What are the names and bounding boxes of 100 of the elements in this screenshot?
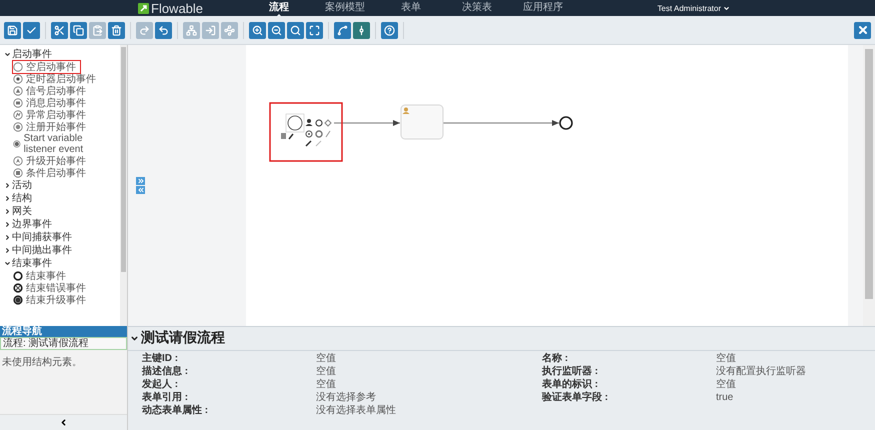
nav-tab[interactable]: 决策表 xyxy=(444,0,510,16)
expand-button[interactable] xyxy=(136,177,145,185)
palette-item[interactable]: 空启动事件 xyxy=(13,61,80,73)
network-icon xyxy=(186,24,197,36)
chevron-down-icon xyxy=(4,260,11,267)
scrollbar-thumb[interactable] xyxy=(865,49,873,299)
properties-title[interactable]: 测试请假流程 xyxy=(128,327,875,351)
palette-item[interactable]: 异常启动事件 xyxy=(13,109,90,121)
validate-button[interactable] xyxy=(23,22,40,38)
property-label: 动态表单属性 : xyxy=(142,405,210,417)
login-icon xyxy=(205,24,216,36)
property-label: 描述信息 : xyxy=(142,366,190,378)
caret-icon xyxy=(723,4,730,12)
palette-group[interactable]: 边界事件 xyxy=(4,218,120,231)
property-label: 发起人 : xyxy=(142,379,180,391)
start-event-icon xyxy=(13,110,23,120)
trash-icon xyxy=(111,24,122,36)
property-label: 主键ID : xyxy=(142,353,180,365)
property-value[interactable]: 没有选择表单属性 xyxy=(316,405,542,417)
scissors-icon xyxy=(54,24,65,36)
redo-icon xyxy=(139,24,150,36)
palette-item[interactable]: 消息启动事件 xyxy=(13,97,90,109)
spline-icon xyxy=(337,24,348,36)
property-label: 验证表单字段 : xyxy=(542,392,610,404)
start-event-icon xyxy=(13,168,23,178)
property-value[interactable]: 空值 xyxy=(316,379,542,391)
property-value[interactable]: 空值 xyxy=(316,353,542,365)
navigator-title: 流程导航 xyxy=(0,326,127,337)
start-event-icon xyxy=(13,86,23,96)
chevron-down-icon xyxy=(130,334,139,342)
scrollbar-thumb[interactable] xyxy=(121,47,126,272)
zoom-fit-button[interactable] xyxy=(306,22,323,38)
paste-icon xyxy=(92,24,103,36)
palette-item[interactable]: 结束升级事件 xyxy=(13,294,90,306)
palette-group[interactable]: 结束事件 xyxy=(4,257,120,270)
start-event[interactable] xyxy=(288,116,302,130)
chevrons-right-icon xyxy=(136,177,144,185)
zoom-out-icon xyxy=(271,24,282,36)
property-value[interactable]: 空值 xyxy=(716,353,875,365)
chevrons-left-icon xyxy=(136,186,144,194)
logo-icon xyxy=(138,2,149,14)
remove-bendpoint-button[interactable] xyxy=(353,22,370,38)
close-icon xyxy=(856,24,868,36)
palette-group[interactable]: 结构 xyxy=(4,192,120,205)
property-value[interactable]: 没有选择参考 xyxy=(316,392,542,404)
context-pad-drawing[interactable] xyxy=(281,119,332,147)
zoom-out-button[interactable] xyxy=(268,22,285,38)
close-button[interactable] xyxy=(854,22,871,38)
help-button[interactable] xyxy=(381,22,398,38)
start-event-icon xyxy=(13,98,23,108)
palette-item[interactable]: 信号启动事件 xyxy=(13,85,90,97)
palette-item[interactable]: 注册开始事件 xyxy=(13,121,90,133)
check-icon xyxy=(26,24,37,36)
cut-button[interactable] xyxy=(51,22,68,38)
nav-tab[interactable]: 应用程序 xyxy=(510,0,576,16)
chevron-down-icon xyxy=(4,51,11,58)
palette-group[interactable]: 活动 xyxy=(4,179,120,192)
palette-group[interactable]: 网关 xyxy=(4,205,120,218)
add-bendpoint-button[interactable] xyxy=(334,22,351,38)
palette-item[interactable]: 结束事件 xyxy=(13,270,70,282)
property-label: 表单引用 : xyxy=(142,392,190,404)
navigator-item[interactable]: 流程: 测试请假流程 xyxy=(0,337,127,350)
delete-button[interactable] xyxy=(108,22,125,38)
user-icon xyxy=(402,108,410,114)
property-value[interactable]: 没有配置执行监听器 xyxy=(716,366,875,378)
user-menu[interactable]: Test Administrator xyxy=(657,4,730,12)
sequence-flow-arrow[interactable] xyxy=(334,120,400,126)
search-icon xyxy=(290,24,301,36)
property-value[interactable]: 空值 xyxy=(716,379,875,391)
collapse-panel-button[interactable] xyxy=(136,186,145,194)
end-event-icon xyxy=(13,283,23,293)
waypoints-icon xyxy=(224,24,235,36)
nav-tab[interactable]: 案例模型 xyxy=(312,0,378,16)
palette-item[interactable]: 结束错误事件 xyxy=(13,282,90,294)
end-event[interactable] xyxy=(559,116,573,130)
copy-button[interactable] xyxy=(70,22,87,38)
palette-group[interactable]: 中间抛出事件 xyxy=(4,244,120,257)
nav-tab[interactable]: 表单 xyxy=(378,0,444,16)
copy-icon xyxy=(73,24,84,36)
palette-item[interactable]: 条件启动事件 xyxy=(13,167,90,179)
palette-item[interactable]: Start variable listener event xyxy=(13,133,120,155)
palette-group[interactable]: 中间捕获事件 xyxy=(4,231,120,244)
property-value[interactable]: 空值 xyxy=(316,366,542,378)
undo-icon xyxy=(158,24,169,36)
property-value[interactable]: true xyxy=(716,392,875,404)
zoom-in-button[interactable] xyxy=(249,22,266,38)
help-icon xyxy=(384,24,395,36)
palette-group[interactable]: 启动事件 xyxy=(4,48,120,61)
nav-tab[interactable]: 流程 xyxy=(246,0,312,16)
palette-item[interactable]: 定时器启动事件 xyxy=(13,73,100,85)
palette-item[interactable]: 升级开始事件 xyxy=(13,155,90,167)
property-label: 名称 : xyxy=(542,353,570,365)
end-event-icon xyxy=(13,295,23,305)
zoom-actual-button[interactable] xyxy=(287,22,304,38)
logo-text: Flowable xyxy=(151,0,204,16)
save-button[interactable] xyxy=(4,22,21,38)
maximize-icon xyxy=(309,24,320,36)
sequence-flow-arrow[interactable] xyxy=(442,120,560,126)
selection-outline xyxy=(286,114,304,132)
undo-button[interactable] xyxy=(155,22,172,38)
